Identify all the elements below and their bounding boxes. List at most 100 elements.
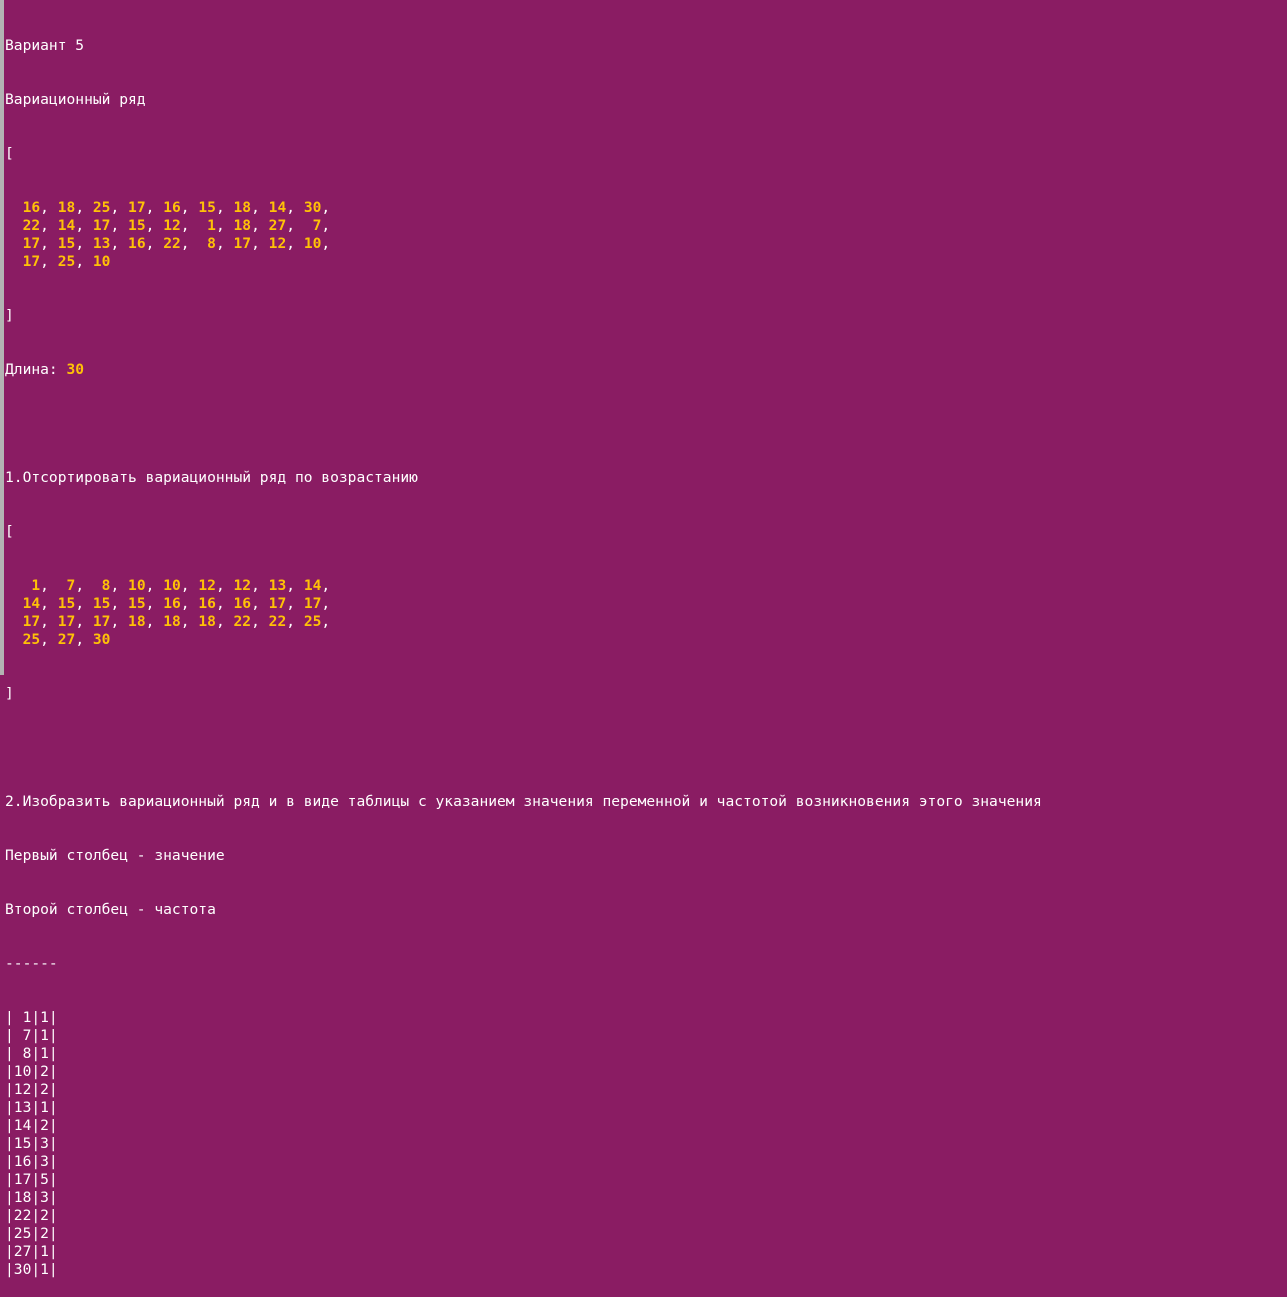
comma-separator: , [40, 577, 58, 594]
series-value: 17 [128, 199, 146, 216]
table-row: |27|1| [5, 1243, 58, 1260]
series-value: 16 [128, 235, 146, 252]
series-value: 12 [268, 235, 287, 252]
comma-separator: , [180, 217, 199, 234]
series-value: 1 [22, 577, 41, 594]
table-row: |22|2| [5, 1207, 58, 1224]
comma-separator: , [110, 577, 129, 594]
series-value: 18 [198, 613, 216, 630]
col1-description: Первый столбец - значение [5, 847, 225, 864]
comma-separator: , [110, 217, 129, 234]
comma-separator: , [75, 199, 93, 216]
series-value: 22 [22, 217, 41, 234]
series-value: 16 [22, 199, 41, 216]
table-row: |14|2| [5, 1117, 58, 1134]
comma-separator: , [286, 217, 304, 234]
series-value: 10 [303, 235, 322, 252]
table-row: | 8|1| [5, 1045, 58, 1062]
sorted-series-open-bracket: [ [5, 523, 14, 540]
table-row: |17|5| [5, 1171, 58, 1188]
sorted-series-rows: 1, 7, 8, 10, 10, 12, 12, 13, 14, 14, 15,… [5, 577, 1287, 649]
series-value: 13 [268, 577, 287, 594]
series-value: 12 [198, 577, 216, 594]
series-value: 14 [22, 595, 41, 612]
comma-separator: , [40, 199, 58, 216]
series-value: 14 [268, 199, 287, 216]
comma-separator: , [40, 613, 58, 630]
comma-separator: , [215, 613, 234, 630]
series-value: 17 [22, 235, 41, 252]
comma-separator: , [75, 217, 93, 234]
comma-separator: , [75, 577, 93, 594]
comma-separator: , [180, 199, 199, 216]
comma-separator: , [251, 613, 269, 630]
series-value: 12 [233, 577, 252, 594]
series-value: 16 [163, 199, 181, 216]
length-label: Длина: [5, 361, 67, 378]
variant-line: Вариант 5 [5, 37, 85, 54]
table-row: |13|1| [5, 1099, 58, 1116]
series-value: 17 [22, 253, 41, 270]
series-title: Вариационный ряд [5, 91, 146, 108]
comma-separator: , [110, 235, 129, 252]
comma-separator: , [215, 577, 234, 594]
series-value: 25 [92, 199, 111, 216]
series-value: 10 [128, 577, 146, 594]
series-value: 15 [128, 217, 146, 234]
series-value: 18 [163, 613, 181, 630]
comma-separator: , [180, 577, 199, 594]
series-value: 14 [303, 577, 322, 594]
series-value: 1 [198, 217, 216, 234]
comma-separator: , [75, 595, 93, 612]
series-value: 18 [57, 199, 76, 216]
series-value: 15 [198, 199, 216, 216]
comma-separator: , [40, 253, 58, 270]
comma-separator: , [180, 613, 199, 630]
comma-separator: , [286, 199, 304, 216]
series-row: 22, 14, 17, 15, 12, 1, 18, 27, 7, [5, 217, 1287, 235]
series-value: 17 [57, 613, 76, 630]
comma-separator: , [251, 217, 269, 234]
raw-series-close-bracket: ] [5, 307, 14, 324]
comma-separator: , [145, 595, 164, 612]
series-value: 22 [233, 613, 252, 630]
comma-separator: , [75, 253, 93, 270]
comma-separator: , [321, 613, 331, 630]
series-value: 27 [57, 631, 76, 648]
comma-separator: , [215, 595, 234, 612]
length-value: 30 [66, 361, 85, 378]
series-row: 17, 15, 13, 16, 22, 8, 17, 12, 10, [5, 235, 1287, 253]
comma-separator: , [40, 631, 58, 648]
comma-separator: , [286, 577, 304, 594]
comma-separator: , [110, 595, 129, 612]
comma-separator: , [286, 595, 304, 612]
series-value: 16 [198, 595, 216, 612]
series-value: 15 [57, 595, 76, 612]
series-value: 15 [92, 595, 111, 612]
comma-separator: , [75, 631, 93, 648]
task1-title: 1.Отсортировать вариационный ряд по возр… [5, 469, 418, 486]
terminal-window: Вариант 5 Вариационный ряд [ 16, 18, 25,… [0, 0, 1287, 1278]
series-value: 17 [22, 613, 41, 630]
series-value: 25 [22, 631, 41, 648]
table-row: | 7|1| [5, 1027, 58, 1044]
series-value: 30 [92, 631, 111, 648]
comma-separator: , [75, 235, 93, 252]
comma-separator: , [321, 199, 331, 216]
series-value: 27 [268, 217, 287, 234]
series-row: 17, 25, 10 [5, 253, 1287, 271]
table-divider: ------ [5, 955, 58, 972]
series-value: 7 [303, 217, 322, 234]
table-row: |15|3| [5, 1135, 58, 1152]
comma-separator: , [145, 613, 164, 630]
comma-separator: , [286, 235, 304, 252]
series-value: 18 [233, 199, 252, 216]
comma-separator: , [286, 613, 304, 630]
comma-separator: , [321, 235, 331, 252]
series-value: 10 [163, 577, 181, 594]
series-value: 8 [198, 235, 216, 252]
series-value: 18 [128, 613, 146, 630]
series-value: 10 [92, 253, 111, 270]
series-value: 22 [163, 235, 181, 252]
